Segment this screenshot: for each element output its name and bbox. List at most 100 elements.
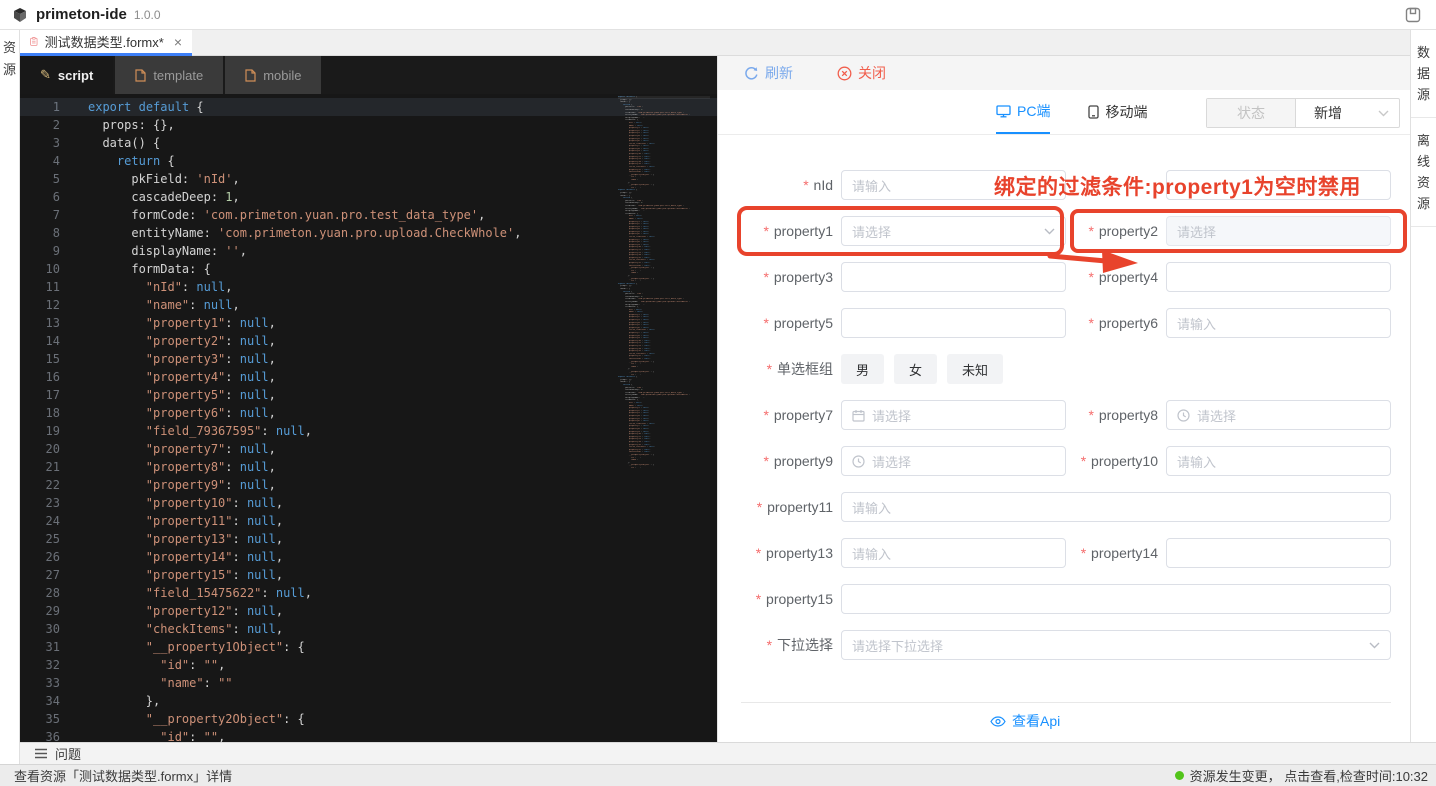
- status-label: 状态: [1207, 99, 1296, 127]
- line-number: 32: [20, 656, 60, 674]
- layout-toggle-icon[interactable]: [1404, 6, 1422, 24]
- refresh-button[interactable]: 刷新: [744, 63, 793, 83]
- select-下拉选择[interactable]: 请选择下拉选择: [841, 630, 1391, 660]
- code-line: "property14": null,: [88, 548, 717, 566]
- placeholder-text: 请选择: [1197, 406, 1236, 425]
- tab-template[interactable]: template: [115, 56, 223, 94]
- date-property7[interactable]: 请选择: [841, 400, 1066, 430]
- input-property10[interactable]: 请输入: [1166, 446, 1391, 476]
- input-property5[interactable]: [841, 308, 1066, 338]
- app-title: primeton-ide: [36, 6, 127, 23]
- radio-option-女[interactable]: 女: [894, 354, 937, 384]
- right-rail: 数据源 离线资源: [1410, 30, 1436, 742]
- line-number: 36: [20, 728, 60, 742]
- time-property9[interactable]: 请选择: [841, 446, 1066, 476]
- required-asterisk: *: [764, 453, 769, 469]
- placeholder-text: 请输入: [852, 544, 891, 563]
- field-label: * property3: [736, 269, 833, 285]
- input-property3[interactable]: [841, 262, 1066, 292]
- status-bar: 查看资源「测试数据类型.formx」详情 资源发生变更， 点击查看,检查时间:1…: [0, 764, 1436, 786]
- required-asterisk: *: [756, 545, 761, 561]
- form-row: * property5* property6请输入: [736, 308, 1396, 338]
- line-number: 9: [20, 242, 60, 260]
- field-label: * property5: [736, 315, 833, 331]
- annotation-box-property1: [737, 206, 1064, 256]
- eye-icon: [990, 716, 1006, 727]
- minimap-viewport: [618, 96, 710, 99]
- annotation-arrow: [1040, 247, 1144, 275]
- code-line: },: [88, 692, 717, 710]
- sidebar-item-offline-resources[interactable]: 离线资源: [1411, 118, 1436, 227]
- status-bar-left-text: 查看资源「测试数据类型.formx」详情: [14, 766, 232, 785]
- tab-mobile-preview[interactable]: 移动端: [1088, 90, 1147, 134]
- code-line: "property13": null,: [88, 530, 717, 548]
- line-number: 11: [20, 278, 60, 296]
- document-icon: [245, 69, 256, 82]
- input-property15[interactable]: [841, 584, 1391, 614]
- line-number: 20: [20, 440, 60, 458]
- field-label: * property9: [736, 453, 833, 469]
- time-property8[interactable]: 请选择: [1166, 400, 1391, 430]
- clock-icon: [1177, 409, 1190, 422]
- radio-option-未知[interactable]: 未知: [947, 354, 1003, 384]
- code-line: "name": "": [88, 674, 717, 692]
- form-row: * 下拉选择请选择下拉选择: [736, 630, 1396, 660]
- code-line: "property9": null,: [88, 476, 717, 494]
- resource-change-notice[interactable]: 资源发生变更， 点击查看,检查时间:10:32: [1175, 766, 1428, 785]
- form-row: * property11请输入: [736, 492, 1396, 522]
- required-asterisk: *: [1089, 315, 1094, 331]
- required-asterisk: *: [803, 177, 808, 193]
- annotation-text: 绑定的过滤条件:property1为空时禁用: [994, 171, 1361, 201]
- line-number: 2: [20, 116, 60, 134]
- app-window: primeton-ide 1.0.0 资源 数据源 离线资源 测试数据类型.fo…: [0, 0, 1436, 786]
- placeholder-text: 请选择: [872, 452, 911, 471]
- left-rail: 资源: [0, 30, 20, 764]
- problems-label: 问题: [55, 744, 81, 763]
- chevron-down-icon: [1369, 642, 1380, 649]
- editor-tab-bar: ✎ script template mobile: [20, 56, 717, 94]
- close-preview-button[interactable]: 关闭: [837, 63, 886, 83]
- required-asterisk: *: [767, 637, 772, 653]
- close-icon[interactable]: ×: [174, 35, 182, 49]
- app-version: 1.0.0: [134, 8, 161, 22]
- field-label: * property8: [1074, 407, 1158, 423]
- code-editor[interactable]: ✎ script template mobile 123456789101112…: [20, 56, 717, 742]
- line-number: 22: [20, 476, 60, 494]
- problems-bar[interactable]: 问题: [20, 742, 1436, 764]
- file-tab[interactable]: 测试数据类型.formx* ×: [20, 30, 192, 56]
- line-number: 29: [20, 602, 60, 620]
- tab-mobile[interactable]: mobile: [225, 56, 321, 94]
- input-property4[interactable]: [1166, 262, 1391, 292]
- minimap[interactable]: export default { props: {}, data() { ret…: [618, 96, 710, 470]
- app-logo-icon: [10, 5, 30, 25]
- form-file-icon: [30, 34, 38, 49]
- sidebar-item-resources[interactable]: 资源: [0, 37, 19, 81]
- radio-option-男[interactable]: 男: [841, 354, 884, 384]
- line-number: 8: [20, 224, 60, 242]
- input-property13[interactable]: 请输入: [841, 538, 1066, 568]
- line-number: 16: [20, 368, 60, 386]
- line-number: 12: [20, 296, 60, 314]
- sidebar-item-datasource[interactable]: 数据源: [1411, 30, 1436, 118]
- code-area[interactable]: 1234567891011121314151617181920212223242…: [20, 94, 717, 742]
- line-number: 28: [20, 584, 60, 602]
- line-numbers: 1234567891011121314151617181920212223242…: [20, 98, 60, 742]
- code-line: "property11": null,: [88, 512, 717, 530]
- input-property6[interactable]: 请输入: [1166, 308, 1391, 338]
- field-label: * nId: [736, 177, 833, 193]
- input-property14[interactable]: [1166, 538, 1391, 568]
- code-line: "__property1Object": {: [88, 638, 717, 656]
- line-number: 15: [20, 350, 60, 368]
- code-line: "id": "",: [88, 728, 717, 742]
- status-select[interactable]: 新增: [1296, 99, 1399, 127]
- line-number: 27: [20, 566, 60, 584]
- view-api-link[interactable]: 查看Api: [990, 711, 1060, 731]
- code-line: "property12": null,: [88, 602, 717, 620]
- field-label: * property14: [1074, 545, 1158, 561]
- tab-pc[interactable]: PC端: [996, 90, 1050, 134]
- document-icon: [135, 69, 146, 82]
- tab-script[interactable]: ✎ script: [20, 56, 113, 94]
- line-number: 3: [20, 134, 60, 152]
- line-number: 21: [20, 458, 60, 476]
- input-property11[interactable]: 请输入: [841, 492, 1391, 522]
